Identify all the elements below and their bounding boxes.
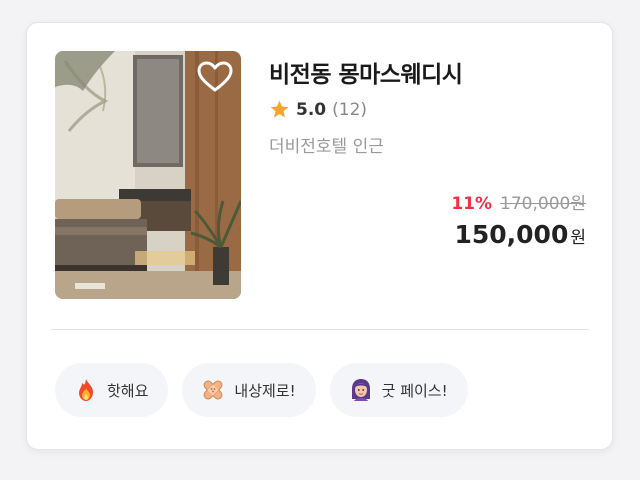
divider	[51, 329, 589, 330]
original-price: 170,000원	[500, 194, 586, 214]
listing-title[interactable]: 비전동 몽마스웨디시	[269, 55, 589, 89]
location-text: 더비전호텔 인근	[269, 137, 384, 157]
sale-price-unit: 원	[570, 228, 586, 248]
tag-label: 내상제로!	[234, 381, 296, 400]
tag-good-face[interactable]: 굿 페이스!	[329, 363, 468, 417]
rating-row: 5.0 (12)	[269, 99, 589, 120]
discount-rate: 11%	[451, 194, 493, 214]
rating-value: 5.0	[296, 99, 327, 120]
tag-label: 핫해요	[107, 381, 149, 400]
listing-thumbnail[interactable]	[55, 51, 241, 299]
tag-no-injury[interactable]: 내상제로!	[182, 363, 316, 417]
tag-hot[interactable]: 핫해요	[55, 363, 169, 417]
bandage-icon	[203, 380, 223, 400]
review-count: (12)	[332, 99, 368, 120]
tag-label: 굿 페이스!	[381, 381, 448, 400]
price-block: 11% 170,000원 150,000 원	[451, 189, 586, 249]
star-icon	[270, 100, 289, 118]
fire-icon	[79, 379, 93, 401]
tag-list: 핫해요 내상제로! 굿 페이스!	[55, 363, 482, 417]
favorite-heart-icon[interactable]	[197, 61, 233, 93]
face-avatar-icon	[351, 379, 370, 401]
listing-card[interactable]: 비전동 몽마스웨디시 5.0 (12) 더비전호텔 인근 11% 170,000…	[26, 22, 613, 450]
sale-price: 150,000	[454, 220, 569, 249]
